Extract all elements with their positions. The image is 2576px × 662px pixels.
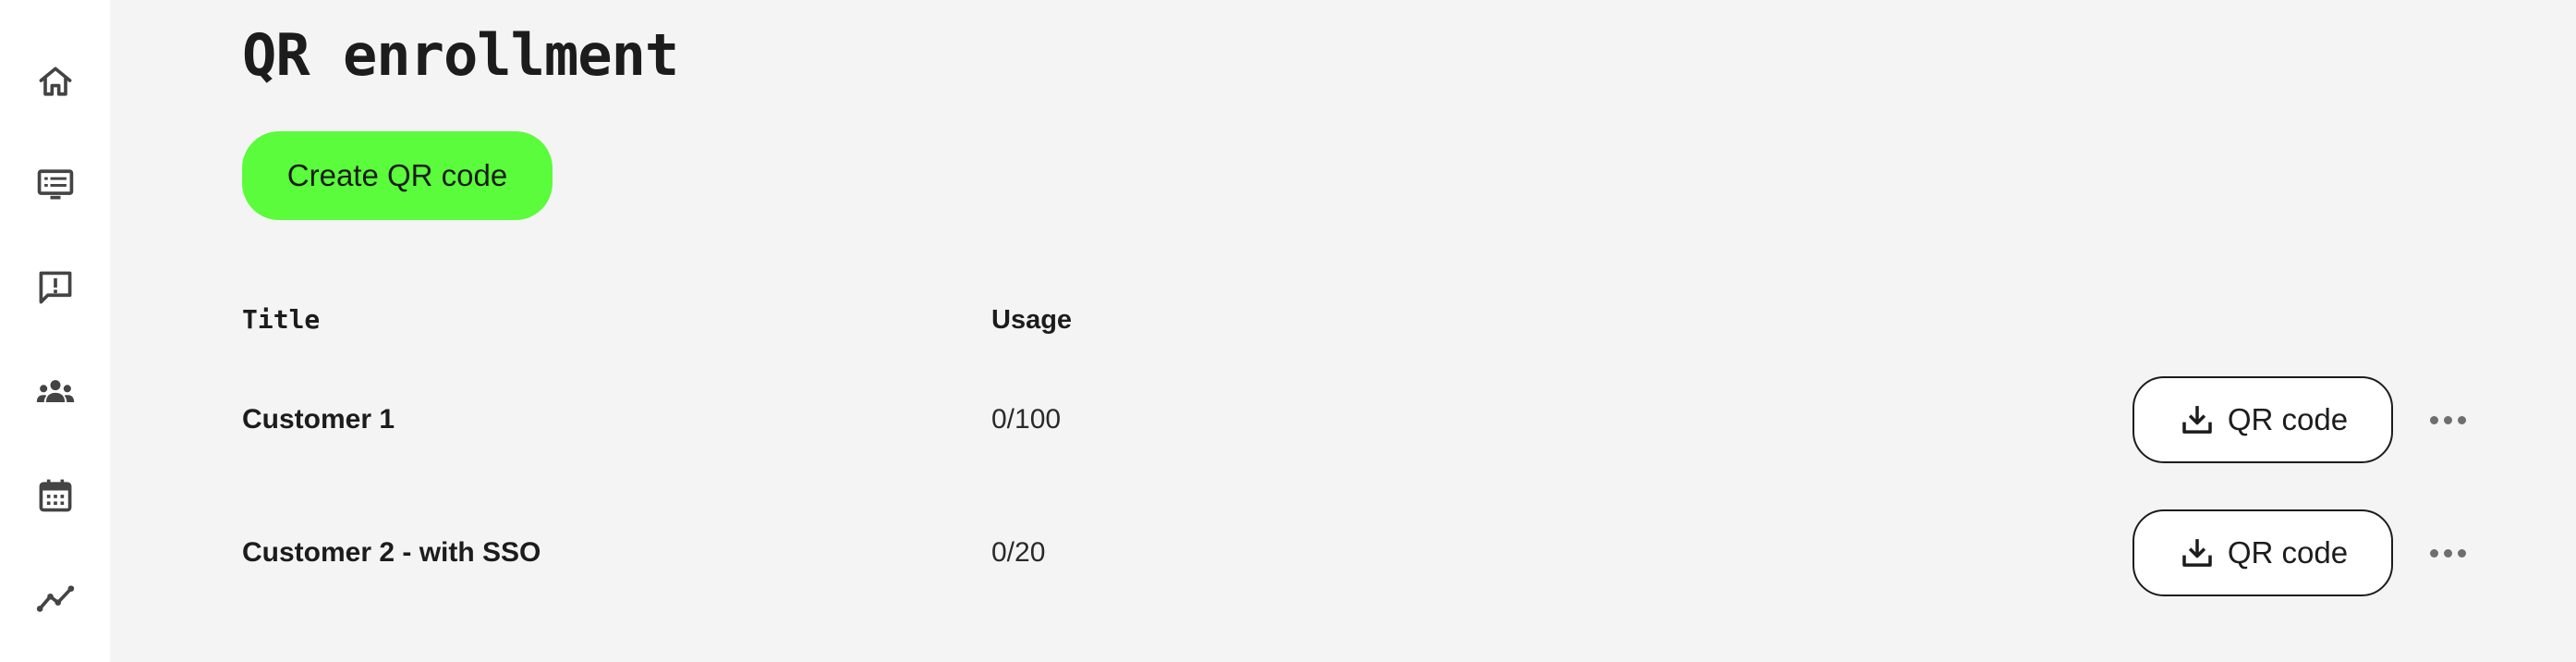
more-icon-dot xyxy=(2443,548,2452,558)
row-usage: 0/100 xyxy=(991,404,1062,435)
row-title: Customer 2 - with SSO xyxy=(242,537,541,568)
column-header-title: Title xyxy=(242,304,321,335)
nav-item-groups[interactable] xyxy=(0,359,110,425)
download-qr-code-button[interactable]: QR code xyxy=(2132,376,2393,463)
download-qr-code-button[interactable]: QR code xyxy=(2132,509,2393,596)
groups-icon xyxy=(36,380,74,402)
table-row: Customer 1 0/100 QR code xyxy=(110,374,2576,466)
more-icon-dot xyxy=(2457,548,2466,558)
row-usage: 0/20 xyxy=(991,537,1046,568)
download-icon xyxy=(2182,539,2212,567)
table-row: Customer 2 - with SSO 0/20 QR code xyxy=(110,507,2576,599)
qr-code-button-label: QR code xyxy=(2227,535,2349,570)
home-icon xyxy=(39,67,71,96)
more-icon xyxy=(2429,415,2438,424)
main-content: QR enrollment Create QR code Title Usage… xyxy=(110,0,2576,662)
more-options-button[interactable] xyxy=(2420,534,2475,571)
analytics-icon xyxy=(36,585,74,612)
nav-item-home[interactable] xyxy=(0,48,110,115)
qr-code-button-label: QR code xyxy=(2227,402,2349,436)
more-options-button[interactable] xyxy=(2420,401,2475,438)
more-icon xyxy=(2429,548,2438,558)
row-title: Customer 1 xyxy=(242,404,395,435)
report-icon xyxy=(39,271,71,304)
more-icon-dot xyxy=(2457,415,2466,424)
nav-item-calendar[interactable] xyxy=(0,462,110,529)
download-icon xyxy=(2182,406,2212,434)
page-title: QR enrollment xyxy=(242,21,679,89)
column-header-usage: Usage xyxy=(991,305,1073,335)
create-qr-code-button[interactable]: Create QR code xyxy=(242,131,553,220)
monitor-icon xyxy=(37,169,73,200)
sidebar xyxy=(0,0,110,662)
more-icon-dot xyxy=(2443,415,2452,424)
nav-item-reports[interactable] xyxy=(0,254,110,321)
calendar-icon xyxy=(39,479,71,512)
nav-item-analytics[interactable] xyxy=(0,566,110,632)
nav-item-monitor[interactable] xyxy=(0,151,110,217)
